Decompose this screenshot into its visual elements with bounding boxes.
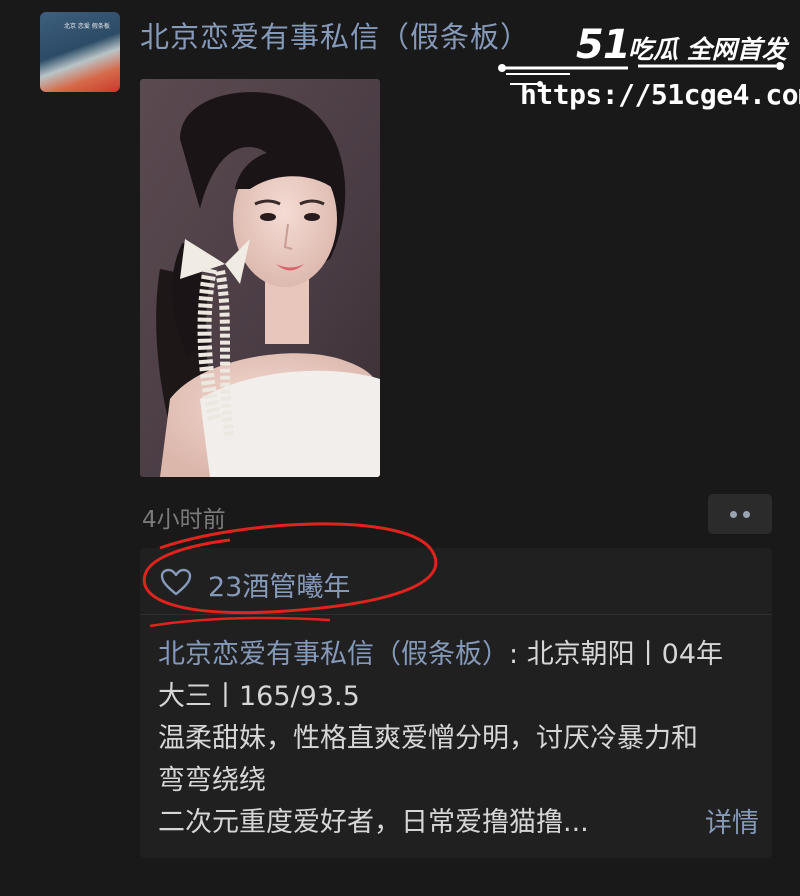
comment-line-2: 大三丨165/93.5 [158,681,360,712]
comment-author[interactable]: 北京恋爱有事私信（假条板） [158,639,509,670]
avatar-caption: 北京 恋爱 假条板 [64,23,110,30]
watermark-tagline: 吃瓜 全网首发 [628,35,787,64]
comment-line-5: 二次元重度爱好者，日常爱撸猫撸... [158,807,589,838]
watermark-brand: 51 [576,22,631,68]
likes-names[interactable]: 23酒管曦年 [208,565,350,604]
comment-text: 北京恋爱有事私信（假条板）: 北京朝阳丨04年 大三丨165/93.5 温柔甜妹… [158,634,774,844]
watermark-url: https://51cge4.com [520,78,800,111]
photo-image [140,79,380,477]
post-photo[interactable] [140,79,380,477]
author-avatar[interactable]: 北京 恋爱 假条板 [40,12,120,92]
post-author-name[interactable]: 北京恋爱有事私信（假条板） [140,14,530,56]
more-dots-icon [743,510,750,518]
comment-location-age: 北京朝阳丨04年 [526,639,724,670]
post-timestamp: 4小时前 [142,507,226,533]
site-watermark: 51 吃瓜 全网首发 https://51cge4.com [498,8,800,120]
comment-line-3: 温柔甜妹，性格直爽爱憎分明，讨厌冷暴力和 [158,723,698,754]
likes-row[interactable]: 23酒管曦年 [140,548,772,615]
comment-line-4: 弯弯绕绕 [158,765,266,796]
comment-separator: : [509,639,527,670]
more-options-button[interactable] [708,494,772,534]
heart-icon[interactable] [160,568,192,596]
comment-line-1: 北京恋爱有事私信（假条板）: 北京朝阳丨04年 [158,634,774,676]
details-link[interactable]: 详情 [705,801,759,840]
more-dots-icon [730,510,737,518]
